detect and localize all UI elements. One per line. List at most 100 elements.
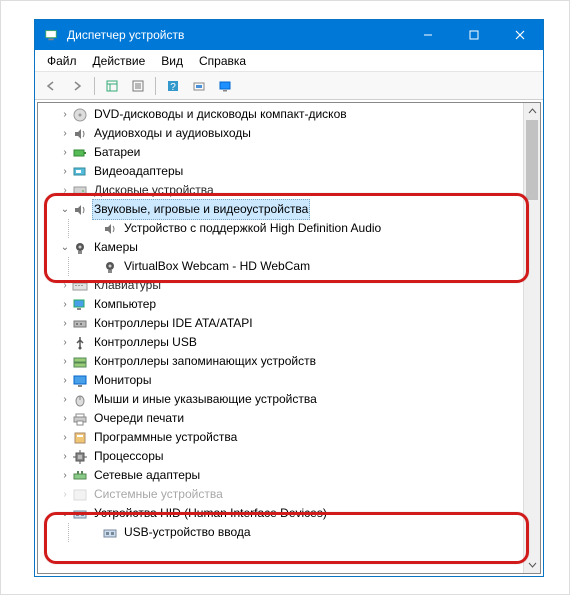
tree-label: Клавиатуры — [92, 276, 163, 295]
tree-label: Батареи — [92, 143, 142, 162]
camera-icon — [72, 240, 88, 256]
tree-node-webcam[interactable]: VirtualBox Webcam - HD WebCam — [38, 257, 523, 276]
menubar: Файл Действие Вид Справка — [35, 50, 543, 72]
hid-icon — [72, 506, 88, 522]
expand-icon[interactable]: › — [58, 105, 72, 124]
minimize-button[interactable] — [405, 20, 451, 50]
expand-icon[interactable]: › — [58, 371, 72, 390]
tree-label: Устройства HID (Human Interface Devices) — [92, 504, 329, 523]
device-manager-window: Диспетчер устройств Файл Действие Вид Сп… — [34, 19, 544, 577]
expand-icon[interactable]: › — [58, 447, 72, 466]
controller-icon — [72, 316, 88, 332]
disk-icon — [72, 183, 88, 199]
speaker-icon — [72, 202, 88, 218]
toolbar: ? — [35, 72, 543, 100]
expand-icon[interactable]: › — [58, 162, 72, 181]
menu-action[interactable]: Действие — [85, 54, 154, 68]
expand-icon[interactable]: › — [58, 485, 72, 504]
tree-label: Звуковые, игровые и видеоустройства — [92, 199, 310, 220]
tree-node-keyboards[interactable]: › Клавиатуры — [38, 276, 523, 295]
scan-button[interactable] — [187, 75, 211, 97]
tree-node-ide-ata[interactable]: › Контроллеры IDE ATA/ATAPI — [38, 314, 523, 333]
usb-icon — [72, 335, 88, 351]
tree-label: Видеоадаптеры — [92, 162, 185, 181]
tree-label: Аудиовходы и аудиовыходы — [92, 124, 253, 143]
tree-node-batteries[interactable]: › Батареи — [38, 143, 523, 162]
cpu-icon — [72, 449, 88, 465]
tree-node-video-adapters[interactable]: › Видеоадаптеры — [38, 162, 523, 181]
tree-label: Устройство с поддержкой High Definition … — [122, 219, 383, 238]
maximize-button[interactable] — [451, 20, 497, 50]
tree-label: Системные устройства — [92, 485, 225, 504]
battery-icon — [72, 145, 88, 161]
tree-node-hd-audio[interactable]: Устройство с поддержкой High Definition … — [38, 219, 523, 238]
tree-label: Контроллеры USB — [92, 333, 199, 352]
tree-node-storage-controllers[interactable]: › Контроллеры запоминающих устройств — [38, 352, 523, 371]
scrollbar[interactable] — [523, 103, 540, 573]
tree-node-sound-game-video[interactable]: ⌄ Звуковые, игровые и видеоустройства — [38, 200, 523, 219]
close-button[interactable] — [497, 20, 543, 50]
titlebar[interactable]: Диспетчер устройств — [35, 20, 543, 50]
expand-icon[interactable]: › — [58, 143, 72, 162]
menu-file[interactable]: Файл — [39, 54, 85, 68]
device-tree[interactable]: › DVD-дисководы и дисководы компакт-диск… — [38, 103, 523, 573]
mouse-icon — [72, 392, 88, 408]
content-area: › DVD-дисководы и дисководы компакт-диск… — [37, 102, 541, 574]
tree-node-hid[interactable]: ⌄ Устройства HID (Human Interface Device… — [38, 504, 523, 523]
forward-button[interactable] — [65, 75, 89, 97]
tree-label: DVD-дисководы и дисководы компакт-дисков — [92, 105, 349, 124]
tree-label: Камеры — [92, 238, 140, 257]
show-hide-button[interactable] — [100, 75, 124, 97]
monitor-button[interactable] — [213, 75, 237, 97]
tree-label: USB-устройство ввода — [122, 523, 253, 542]
scroll-down-button[interactable] — [524, 556, 540, 573]
tree-node-cameras[interactable]: ⌄ Камеры — [38, 238, 523, 257]
expand-icon[interactable]: › — [58, 466, 72, 485]
menu-help[interactable]: Справка — [191, 54, 254, 68]
tree-node-network-adapters[interactable]: › Сетевые адаптеры — [38, 466, 523, 485]
tree-node-dvd[interactable]: › DVD-дисководы и дисководы компакт-диск… — [38, 105, 523, 124]
expand-icon[interactable]: › — [58, 276, 72, 295]
tree-node-monitors[interactable]: › Мониторы — [38, 371, 523, 390]
expand-icon[interactable]: › — [58, 352, 72, 371]
expand-icon[interactable]: › — [58, 390, 72, 409]
expand-icon[interactable]: › — [58, 314, 72, 333]
collapse-icon[interactable]: ⌄ — [58, 200, 72, 219]
expand-icon[interactable]: › — [58, 428, 72, 447]
tree-node-processors[interactable]: › Процессоры — [38, 447, 523, 466]
expand-icon[interactable]: › — [58, 181, 72, 200]
expand-icon[interactable]: › — [58, 333, 72, 352]
tree-label: Процессоры — [92, 447, 166, 466]
tree-node-usb-input[interactable]: USB-устройство ввода — [38, 523, 523, 542]
dvd-icon — [72, 107, 88, 123]
tree-node-computer[interactable]: › Компьютер — [38, 295, 523, 314]
tree-node-software-devices[interactable]: › Программные устройства — [38, 428, 523, 447]
window-title: Диспетчер устройств — [67, 28, 405, 42]
tree-node-print-queues[interactable]: › Очереди печати — [38, 409, 523, 428]
printer-icon — [72, 411, 88, 427]
expand-icon[interactable]: › — [58, 409, 72, 428]
collapse-icon[interactable]: ⌄ — [58, 504, 72, 523]
scroll-up-button[interactable] — [524, 103, 540, 120]
tree-label: Мониторы — [92, 371, 153, 390]
back-button[interactable] — [39, 75, 63, 97]
help-button[interactable]: ? — [161, 75, 185, 97]
menu-view[interactable]: Вид — [153, 54, 191, 68]
tree-label: Контроллеры запоминающих устройств — [92, 352, 318, 371]
properties-button[interactable] — [126, 75, 150, 97]
tree-node-mice[interactable]: › Мыши и иные указывающие устройства — [38, 390, 523, 409]
tree-node-disk-devices[interactable]: › Дисковые устройства — [38, 181, 523, 200]
tree-node-usb-controllers[interactable]: › Контроллеры USB — [38, 333, 523, 352]
tree-node-audio-io[interactable]: › Аудиовходы и аудиовыходы — [38, 124, 523, 143]
storage-icon — [72, 354, 88, 370]
tree-label: Программные устройства — [92, 428, 239, 447]
tree-label: VirtualBox Webcam - HD WebCam — [122, 257, 312, 276]
scrollbar-track[interactable] — [524, 120, 540, 556]
tree-label: Мыши и иные указывающие устройства — [92, 390, 319, 409]
tree-label: Очереди печати — [92, 409, 186, 428]
expand-icon[interactable]: › — [58, 124, 72, 143]
tree-node-system-devices-cut[interactable]: › Системные устройства — [38, 485, 523, 504]
collapse-icon[interactable]: ⌄ — [58, 238, 72, 257]
expand-icon[interactable]: › — [58, 295, 72, 314]
scrollbar-thumb[interactable] — [526, 120, 538, 200]
